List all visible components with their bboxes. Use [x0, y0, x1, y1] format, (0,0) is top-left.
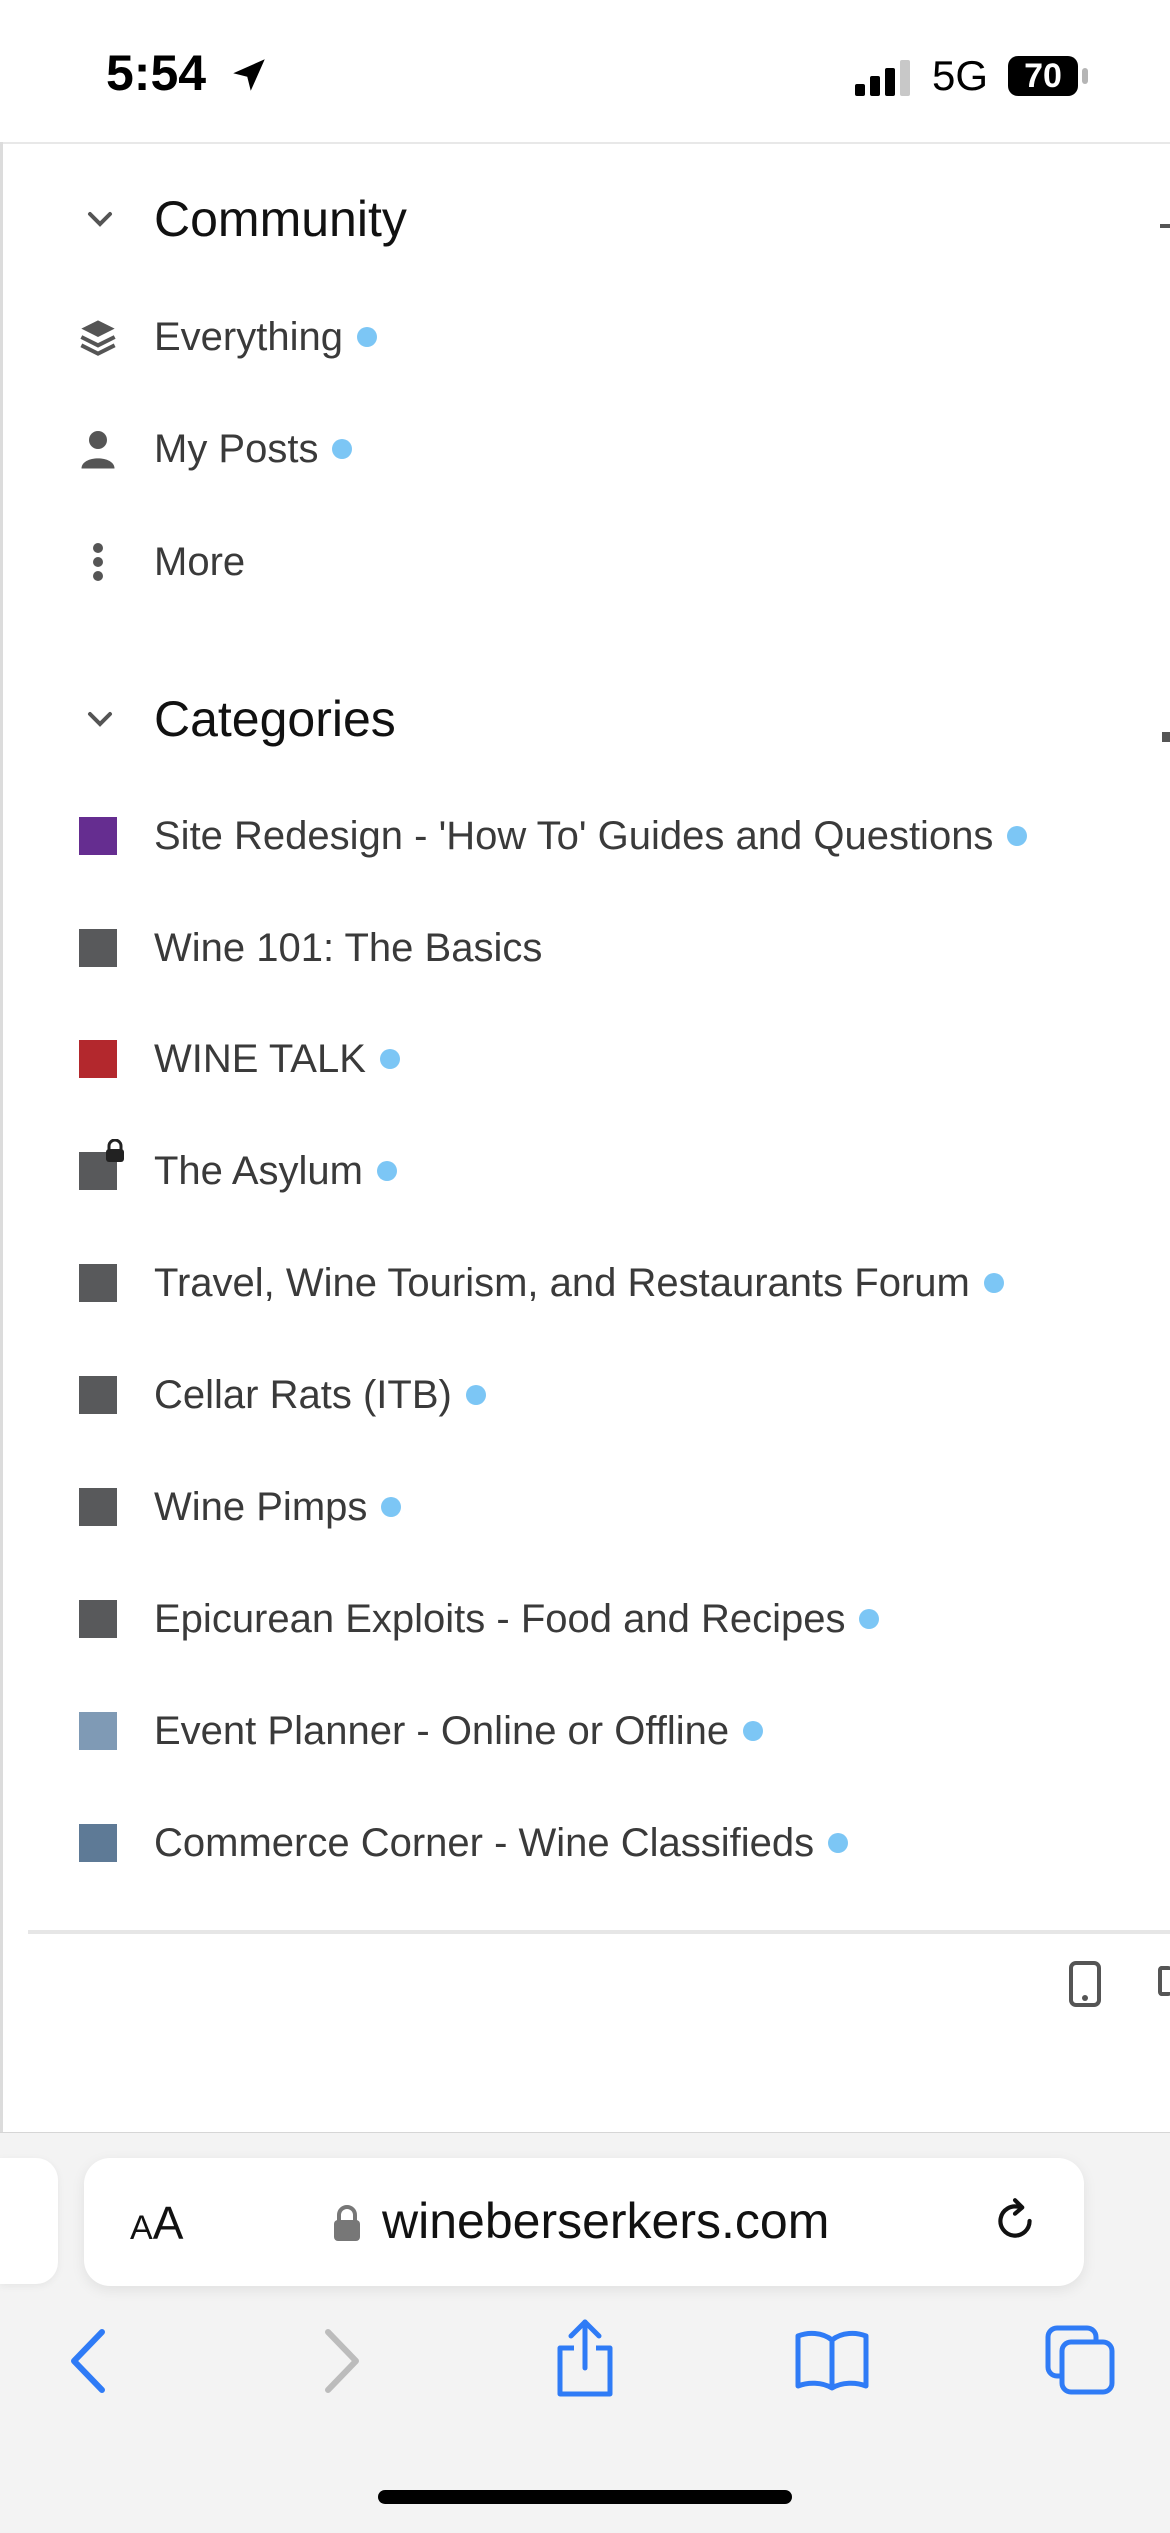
category-color-square [78, 1823, 118, 1863]
category-event-planner[interactable]: Event Planner - Online or Offline [78, 1696, 764, 1766]
category-cellar-rats[interactable]: Cellar Rats (ITB) [78, 1360, 486, 1430]
previous-tab-peek[interactable] [0, 2158, 58, 2284]
vertical-dots-icon [78, 542, 118, 582]
category-label: Wine 101: The Basics [154, 925, 543, 970]
category-wine-talk[interactable]: WINE TALK [78, 1024, 400, 1094]
pencil-icon[interactable] [1162, 732, 1170, 742]
sidebar-item-label: My Posts [154, 426, 319, 471]
chevron-down-icon[interactable] [78, 197, 122, 241]
unread-dot [379, 1049, 400, 1069]
forward-icon[interactable] [318, 2326, 364, 2396]
category-site-redesign[interactable]: Site Redesign - 'How To' Guides and Ques… [78, 801, 1028, 871]
category-label: The Asylum [154, 1148, 363, 1193]
lock-icon [106, 1139, 124, 1162]
bookmarks-icon[interactable] [794, 2328, 870, 2392]
sidebar-item-my-posts[interactable]: My Posts [78, 414, 353, 484]
user-icon [78, 429, 118, 469]
sidebar-item-label: Everything [154, 314, 343, 359]
back-icon[interactable] [66, 2326, 112, 2396]
sidebar-item-label: More [154, 539, 246, 584]
category-color-square [78, 1039, 118, 1079]
categories-title: Categories [154, 691, 396, 747]
category-color-square [78, 1263, 118, 1303]
desktop-view-icon[interactable] [1158, 1966, 1170, 1996]
share-icon[interactable] [552, 2318, 618, 2398]
category-color-square [78, 1375, 118, 1415]
stack-icon [78, 317, 118, 357]
lock-icon [334, 2205, 360, 2241]
unread-dot [1007, 826, 1028, 846]
categories-header[interactable]: Categories [78, 690, 396, 748]
cellular-signal-icon [855, 60, 910, 96]
category-color-square [78, 1599, 118, 1639]
category-label: Epicurean Exploits - Food and Recipes [154, 1596, 846, 1641]
unread-dot [983, 1273, 1004, 1293]
category-color-square [78, 1487, 118, 1527]
unread-dot [376, 1161, 397, 1181]
category-commerce-corner[interactable]: Commerce Corner - Wine Classifieds [78, 1808, 849, 1878]
category-color-square [78, 928, 118, 968]
unread-dot [465, 1385, 486, 1405]
unread-dot [743, 1721, 764, 1741]
category-the-asylum[interactable]: The Asylum [78, 1136, 397, 1206]
mobile-view-icon[interactable] [1068, 1960, 1102, 2008]
category-label: Cellar Rats (ITB) [154, 1372, 452, 1417]
page-left-border [0, 142, 3, 2132]
category-wine-101[interactable]: Wine 101: The Basics [78, 913, 542, 983]
tabs-icon[interactable] [1044, 2324, 1116, 2396]
category-travel-wine-tourism[interactable]: Travel, Wine Tourism, and Restaurants Fo… [78, 1248, 1004, 1318]
category-wine-pimps[interactable]: Wine Pimps [78, 1472, 402, 1542]
category-label: Site Redesign - 'How To' Guides and Ques… [154, 813, 994, 858]
sidebar-divider [28, 1930, 1170, 1934]
unread-dot [332, 439, 353, 459]
category-label: Travel, Wine Tourism, and Restaurants Fo… [154, 1260, 970, 1305]
battery-cap [1082, 68, 1088, 84]
category-label: WINE TALK [154, 1036, 366, 1081]
category-color-square [78, 1711, 118, 1751]
location-arrow-icon [233, 59, 265, 91]
status-time: 5:54 [106, 45, 207, 101]
category-label: Wine Pimps [154, 1484, 368, 1529]
network-type: 5G [932, 52, 989, 99]
sidebar-item-more[interactable]: More [78, 527, 245, 597]
home-indicator [378, 2490, 792, 2504]
reader-settings-button[interactable]: AA [130, 2196, 183, 2250]
category-label: Commerce Corner - Wine Classifieds [154, 1820, 815, 1865]
chevron-down-icon[interactable] [78, 697, 122, 741]
community-title: Community [154, 191, 407, 247]
unread-dot [828, 1833, 849, 1853]
unread-dot [381, 1497, 402, 1517]
reload-icon[interactable] [990, 2196, 1040, 2246]
sidebar-item-everything[interactable]: Everything [78, 302, 377, 372]
category-color-square [78, 1139, 124, 1191]
community-header[interactable]: Community [78, 190, 407, 248]
category-label: Event Planner - Online or Offline [154, 1708, 730, 1753]
section-edit-stub[interactable] [1160, 224, 1170, 228]
unread-dot [859, 1609, 880, 1629]
category-epicurean-exploits[interactable]: Epicurean Exploits - Food and Recipes [78, 1584, 880, 1654]
status-bar: 5:54 5G 70 [0, 0, 1170, 142]
unread-dot [356, 327, 377, 347]
url-text[interactable]: wineberserkers.com [382, 2192, 829, 2250]
battery-level: 70 [1008, 56, 1078, 96]
category-color-square [78, 816, 118, 856]
